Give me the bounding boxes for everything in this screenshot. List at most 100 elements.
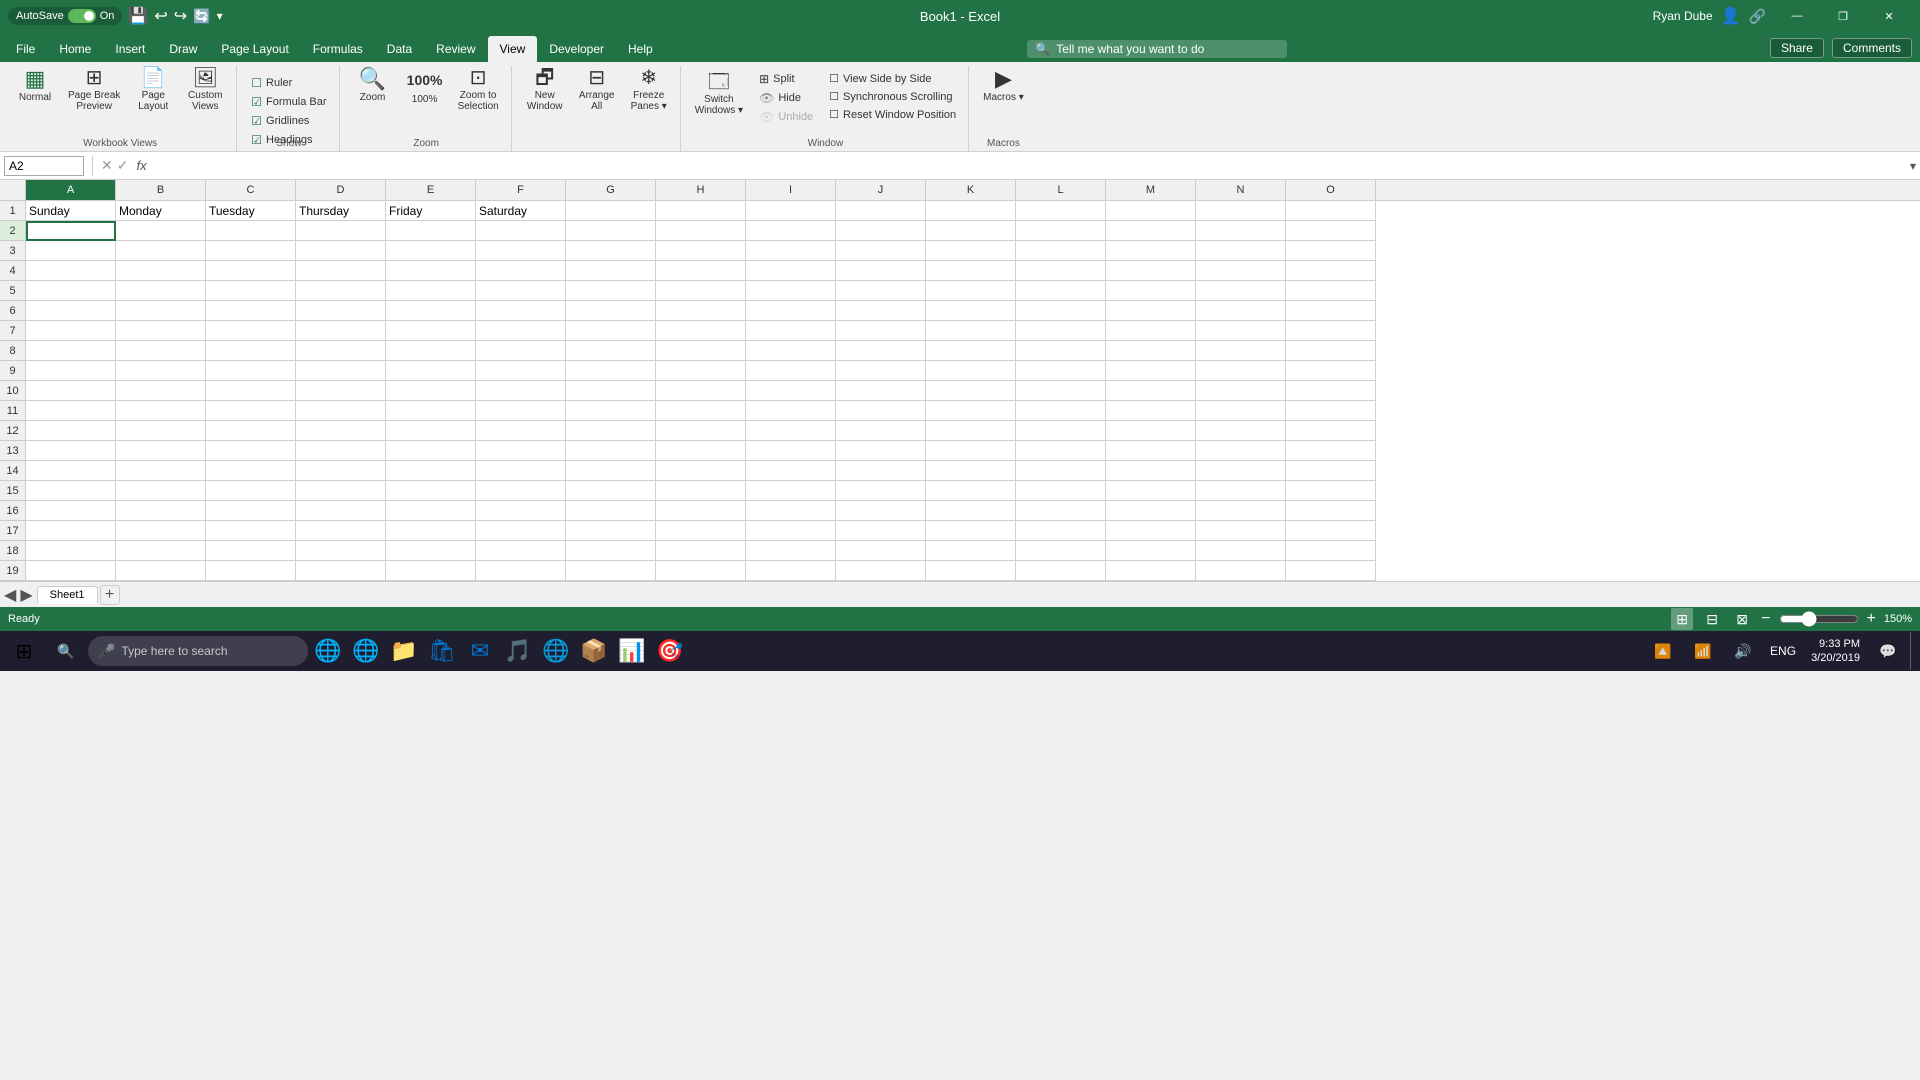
cell-B2[interactable]	[116, 221, 206, 241]
cell-F6[interactable]	[476, 301, 566, 321]
cell-J16[interactable]	[836, 501, 926, 521]
cell-G12[interactable]	[566, 421, 656, 441]
tab-draw[interactable]: Draw	[157, 36, 209, 62]
cell-C12[interactable]	[206, 421, 296, 441]
cell-N9[interactable]	[1196, 361, 1286, 381]
cell-E2[interactable]	[386, 221, 476, 241]
share-button[interactable]: Share	[1770, 38, 1824, 58]
cell-K10[interactable]	[926, 381, 1016, 401]
cell-D4[interactable]	[296, 261, 386, 281]
cell-H10[interactable]	[656, 381, 746, 401]
cell-N18[interactable]	[1196, 541, 1286, 561]
new-window-button[interactable]: 🗗 NewWindow	[520, 66, 570, 114]
cell-N7[interactable]	[1196, 321, 1286, 341]
cell-A14[interactable]	[26, 461, 116, 481]
cell-J11[interactable]	[836, 401, 926, 421]
cell-F14[interactable]	[476, 461, 566, 481]
cell-M13[interactable]	[1106, 441, 1196, 461]
col-header-B[interactable]: B	[116, 180, 206, 200]
cell-J13[interactable]	[836, 441, 926, 461]
formula-confirm-icon[interactable]: ✓	[117, 157, 129, 174]
taskbar-app-mail[interactable]: ✉	[462, 632, 498, 670]
add-sheet-button[interactable]: +	[100, 585, 120, 605]
cell-I7[interactable]	[746, 321, 836, 341]
row-header-2[interactable]: 2	[0, 221, 25, 241]
cell-F15[interactable]	[476, 481, 566, 501]
cell-B8[interactable]	[116, 341, 206, 361]
cell-I3[interactable]	[746, 241, 836, 261]
cell-M11[interactable]	[1106, 401, 1196, 421]
cell-M15[interactable]	[1106, 481, 1196, 501]
taskbar-app-chrome[interactable]: 🌐	[538, 632, 574, 670]
cell-B7[interactable]	[116, 321, 206, 341]
taskbar-app-excel[interactable]: 📊	[614, 632, 650, 670]
sheet-tab-sheet1[interactable]: Sheet1	[37, 586, 98, 604]
cell-G9[interactable]	[566, 361, 656, 381]
cell-E11[interactable]	[386, 401, 476, 421]
row-header-17[interactable]: 17	[0, 521, 25, 541]
tab-developer[interactable]: Developer	[537, 36, 616, 62]
cell-C7[interactable]	[206, 321, 296, 341]
col-header-C[interactable]: C	[206, 180, 296, 200]
close-button[interactable]: ✕	[1866, 0, 1912, 32]
cell-I12[interactable]	[746, 421, 836, 441]
cell-A4[interactable]	[26, 261, 116, 281]
scroll-left-icon[interactable]: ◀	[4, 585, 16, 605]
cell-G4[interactable]	[566, 261, 656, 281]
row-header-7[interactable]: 7	[0, 321, 25, 341]
cell-H16[interactable]	[656, 501, 746, 521]
cell-D15[interactable]	[296, 481, 386, 501]
row-header-18[interactable]: 18	[0, 541, 25, 561]
taskbar-search[interactable]: 🎤 Type here to search	[88, 636, 308, 666]
cell-B12[interactable]	[116, 421, 206, 441]
cell-C4[interactable]	[206, 261, 296, 281]
row-header-10[interactable]: 10	[0, 381, 25, 401]
cell-K6[interactable]	[926, 301, 1016, 321]
cell-M5[interactable]	[1106, 281, 1196, 301]
cell-B3[interactable]	[116, 241, 206, 261]
cell-C1[interactable]: Tuesday	[206, 201, 296, 221]
cell-N1[interactable]	[1196, 201, 1286, 221]
cell-L3[interactable]	[1016, 241, 1106, 261]
cell-I13[interactable]	[746, 441, 836, 461]
cell-J15[interactable]	[836, 481, 926, 501]
row-header-16[interactable]: 16	[0, 501, 25, 521]
cell-I9[interactable]	[746, 361, 836, 381]
cell-L10[interactable]	[1016, 381, 1106, 401]
cell-G1[interactable]	[566, 201, 656, 221]
cell-O5[interactable]	[1286, 281, 1376, 301]
formula-bar-checkbox[interactable]: ☑ Formula Bar	[245, 93, 332, 111]
ribbon-search-box[interactable]: 🔍 Tell me what you want to do	[1027, 40, 1287, 58]
zoom-selection-button[interactable]: ⊡ Zoom toSelection	[452, 66, 505, 114]
cell-reference-input[interactable]	[4, 156, 84, 176]
cell-H14[interactable]	[656, 461, 746, 481]
row-header-6[interactable]: 6	[0, 301, 25, 321]
tab-file[interactable]: File	[4, 36, 47, 62]
cell-K18[interactable]	[926, 541, 1016, 561]
col-header-F[interactable]: F	[476, 180, 566, 200]
search-taskbar-button[interactable]: 🔍	[46, 632, 86, 670]
cell-K7[interactable]	[926, 321, 1016, 341]
cell-N17[interactable]	[1196, 521, 1286, 541]
cell-K8[interactable]	[926, 341, 1016, 361]
cell-L15[interactable]	[1016, 481, 1106, 501]
zoom-slider[interactable]	[1779, 611, 1859, 627]
cell-E15[interactable]	[386, 481, 476, 501]
cell-M12[interactable]	[1106, 421, 1196, 441]
cell-B5[interactable]	[116, 281, 206, 301]
cell-M10[interactable]	[1106, 381, 1196, 401]
tab-home[interactable]: Home	[47, 36, 103, 62]
cell-M4[interactable]	[1106, 261, 1196, 281]
col-header-K[interactable]: K	[926, 180, 1016, 200]
cell-O16[interactable]	[1286, 501, 1376, 521]
cell-E6[interactable]	[386, 301, 476, 321]
cell-E5[interactable]	[386, 281, 476, 301]
cell-L18[interactable]	[1016, 541, 1106, 561]
col-header-E[interactable]: E	[386, 180, 476, 200]
row-header-9[interactable]: 9	[0, 361, 25, 381]
cell-L17[interactable]	[1016, 521, 1106, 541]
zoom-100-button[interactable]: 100% 100%	[400, 66, 450, 107]
row-header-15[interactable]: 15	[0, 481, 25, 501]
cell-I4[interactable]	[746, 261, 836, 281]
cell-A15[interactable]	[26, 481, 116, 501]
